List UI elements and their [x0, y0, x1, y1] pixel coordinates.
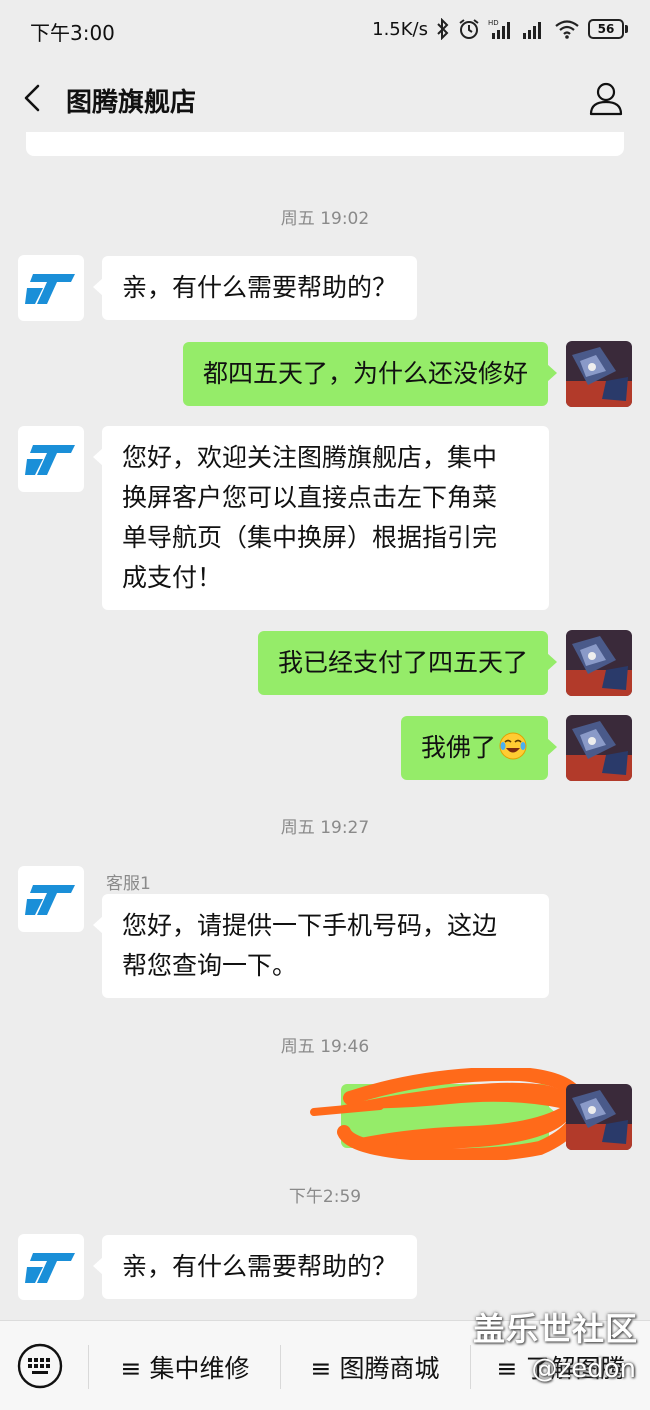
menu-divider	[88, 1345, 89, 1389]
message-bubble-outgoing[interactable]: 我已经支付了四五天了	[257, 631, 558, 695]
message-bubble-incoming[interactable]: 亲，有什么需要帮助的？	[92, 1235, 418, 1299]
message-line: 成支付！	[122, 563, 223, 592]
totem-logo-icon	[25, 445, 75, 475]
message-bubble-incoming[interactable]: 亲，有什么需要帮助的？	[92, 256, 418, 320]
timestamp: 周五 19:02	[280, 209, 370, 229]
message-text: 我佛了	[420, 733, 496, 762]
totem-logo-icon	[25, 1253, 75, 1283]
user-avatar[interactable]	[566, 1084, 632, 1150]
sender-name: 客服1	[106, 874, 151, 894]
message-line: 您好，欢迎关注图腾旗舰店，集中	[122, 443, 498, 472]
signal-icon	[523, 22, 541, 39]
menu-divider	[470, 1345, 471, 1389]
page-title: 图腾旗舰店	[66, 88, 197, 118]
status-icons: 1.5K/s HD 56	[372, 15, 628, 43]
previous-message-bubble	[26, 132, 624, 156]
message-bubble-outgoing[interactable]: 都四五天了，为什么还没修好	[182, 342, 558, 406]
timestamp: 下午2:59	[288, 1187, 362, 1207]
hd-signal-icon: HD	[488, 19, 510, 39]
menu-item-totem-mall[interactable]: ≡ 图腾商城	[282, 1347, 468, 1387]
status-time: 下午3:00	[30, 21, 115, 45]
shop-avatar[interactable]	[18, 255, 84, 321]
shop-avatar[interactable]	[18, 866, 84, 932]
crying-laughing-emoji-icon	[499, 732, 527, 760]
message-line: 换屏客户您可以直接点击左下角菜	[122, 483, 498, 512]
redaction-scribble	[310, 1068, 587, 1160]
totem-logo-icon	[25, 274, 75, 304]
chevron-left-icon[interactable]	[14, 78, 54, 118]
menu-item-centralized-repair[interactable]: ≡ 集中维修	[92, 1347, 278, 1387]
wifi-icon	[555, 20, 579, 39]
message-line: 您好，请提供一下手机号码，这边	[122, 911, 498, 940]
totem-logo-icon	[25, 885, 75, 915]
menu-divider	[280, 1345, 281, 1389]
bluetooth-icon	[437, 18, 449, 40]
alarm-icon	[459, 19, 479, 39]
shop-avatar[interactable]	[18, 426, 84, 492]
person-icon[interactable]	[586, 78, 626, 118]
user-avatar[interactable]	[566, 341, 632, 407]
timestamp: 周五 19:27	[280, 818, 370, 838]
message-line: 帮您查询一下。	[122, 951, 298, 980]
battery-level: 56	[588, 19, 624, 39]
message-line: 单导航页（集中换屏）根据指引完	[122, 523, 498, 552]
status-bar: 下午3:00 1.5K/s HD 56	[0, 0, 650, 58]
battery-icon: 56	[588, 19, 628, 39]
network-speed: 1.5K/s	[372, 18, 428, 40]
chat-header: 图腾旗舰店	[0, 58, 650, 140]
svg-text:HD: HD	[488, 19, 499, 27]
timestamp: 周五 19:46	[280, 1037, 370, 1057]
user-avatar[interactable]	[566, 715, 632, 781]
shop-avatar[interactable]	[18, 1234, 84, 1300]
watermark-subtext: @zedon	[531, 1354, 636, 1384]
message-bubble-incoming[interactable]: 您好，请提供一下手机号码，这边 帮您查询一下。	[93, 894, 549, 998]
message-bubble-incoming[interactable]: 您好，欢迎关注图腾旗舰店，集中 换屏客户您可以直接点击左下角菜 单导航页（集中换…	[93, 426, 549, 610]
message-bubble-outgoing[interactable]: 我佛了	[400, 716, 558, 780]
user-avatar[interactable]	[566, 630, 632, 696]
watermark-text: 盖乐世社区	[472, 1310, 638, 1348]
keyboard-icon[interactable]	[16, 1342, 64, 1390]
